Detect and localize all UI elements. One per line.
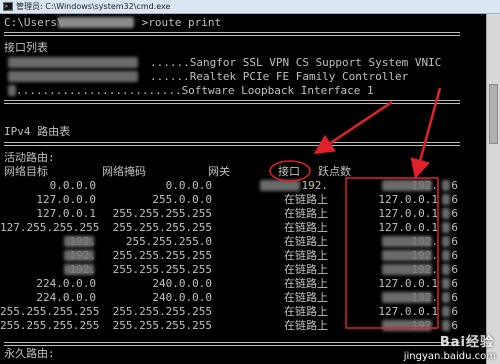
route-gateway: 在链路上 [284, 249, 328, 262]
route-interface: 127.0.0.1 [378, 277, 438, 290]
column-header-metric: 跃点数 [318, 165, 351, 178]
redacted-ip [382, 320, 432, 331]
route-interface: 127.0.0.1 [378, 193, 438, 206]
separator [4, 342, 460, 346]
watermark-url: jingyan.baidu.com [403, 351, 496, 362]
interface-line-0: ......Sangfor SSL VPN CS Support System … [150, 56, 442, 69]
route-gateway: 在链路上 [284, 263, 328, 276]
column-header-destination: 网络目标 [4, 165, 48, 178]
redacted-ip [382, 264, 432, 275]
route-netmask: 255.255.255.255 [112, 221, 212, 234]
redacted-ip [442, 180, 450, 191]
redacted-mac [8, 85, 16, 96]
prompt-prefix: C:\Users\ [4, 16, 64, 29]
route-gateway: 在链路上 [284, 319, 328, 332]
redacted-ip [64, 236, 94, 247]
redacted-ip [64, 250, 94, 261]
redacted-ip [442, 264, 450, 275]
route-netmask: 240.0.0.0 [152, 291, 212, 304]
route-gateway: 在链路上 [284, 221, 328, 234]
route-gateway: 在链路上 [284, 235, 328, 248]
route-interface: 127.0.0.1 [378, 207, 438, 220]
redacted-ip [442, 222, 450, 233]
persistent-routes-header: 永久路由: [4, 347, 55, 360]
scrollbar-thumb[interactable] [489, 84, 498, 144]
separator [4, 100, 460, 104]
window-titlebar: >_ 管理员: C:\Windows\system32\cmd.exe [0, 0, 500, 14]
prompt-command: >route print [141, 16, 222, 29]
route-destination: 127.255.255.255 [0, 221, 100, 234]
route-netmask: 255.255.255.255 [112, 207, 212, 220]
active-routes-header: 活动路由: [4, 151, 55, 164]
route-netmask: 255.255.255.255 [112, 263, 212, 276]
cmd-icon: >_ [3, 2, 13, 11]
route-destination: 127.0.0.0 [36, 193, 96, 206]
column-header-netmask: 网络掩码 [102, 165, 146, 178]
redacted-username [58, 17, 134, 28]
route-gateway: 在链路上 [284, 277, 328, 290]
route-gateway: 在链路上 [284, 291, 328, 304]
redacted-ip [382, 236, 432, 247]
column-header-interface: 接口 [278, 165, 300, 178]
route-netmask: 255.255.255.255 [112, 249, 212, 262]
vertical-scrollbar[interactable] [486, 14, 500, 364]
redacted-mac [8, 71, 138, 82]
route-netmask: 255.0.0.0 [152, 193, 212, 206]
separator [4, 32, 460, 36]
interface-line-1: ......Realtek PCIe FE Family Controller [150, 70, 409, 83]
redacted-ip [442, 278, 450, 289]
column-header-gateway: 网关 [208, 165, 230, 178]
route-destination: 224.0.0.0 [36, 277, 96, 290]
route-destination: 127.0.0.1 [36, 207, 96, 220]
route-interface: 127.0.0.1 [378, 221, 438, 234]
redacted-ip [442, 250, 450, 261]
route-destination: 0.0.0.0 [49, 179, 96, 192]
redacted-ip [64, 264, 94, 275]
route-gateway: 在链路上 [284, 193, 328, 206]
redacted-ip [442, 306, 450, 317]
route-netmask: 255.255.255.255 [112, 305, 212, 318]
route-destination: 255.255.255.255 [0, 319, 100, 332]
redacted-ip [442, 208, 450, 219]
interface-list-header: 接口列表 [4, 41, 48, 54]
redacted-mac [8, 57, 138, 68]
console-screen[interactable]: C:\Users\ >route print 接口列表 ......Sangfor… [0, 14, 500, 364]
route-gateway: 在链路上 [284, 305, 328, 318]
interface-line-2: .........................Software Loopba… [16, 84, 374, 97]
redacted-ip [382, 180, 432, 191]
route-gateway: 在链路上 [284, 207, 328, 220]
redacted-ip [260, 180, 300, 191]
redacted-ip [382, 292, 432, 303]
window-title: 管理员: C:\Windows\system32\cmd.exe [16, 2, 171, 11]
route-interface: 127.0.0.1 [378, 305, 438, 318]
redacted-ip [442, 292, 450, 303]
redacted-ip [442, 194, 450, 205]
ipv4-route-table-header: IPv4 路由表 [4, 125, 71, 138]
route-netmask: 255.255.255.0 [125, 235, 212, 248]
watermark-logo: Bai经验 [439, 335, 494, 350]
redacted-ip [382, 250, 432, 261]
route-netmask: 0.0.0.0 [165, 179, 212, 192]
redacted-ip [442, 236, 450, 247]
route-netmask: 255.255.255.255 [112, 319, 212, 332]
redacted-ip [442, 320, 450, 331]
route-destination: 224.0.0.0 [36, 291, 96, 304]
route-destination: 255.255.255.255 [0, 305, 100, 318]
separator [4, 142, 460, 146]
route-netmask: 240.0.0.0 [152, 277, 212, 290]
